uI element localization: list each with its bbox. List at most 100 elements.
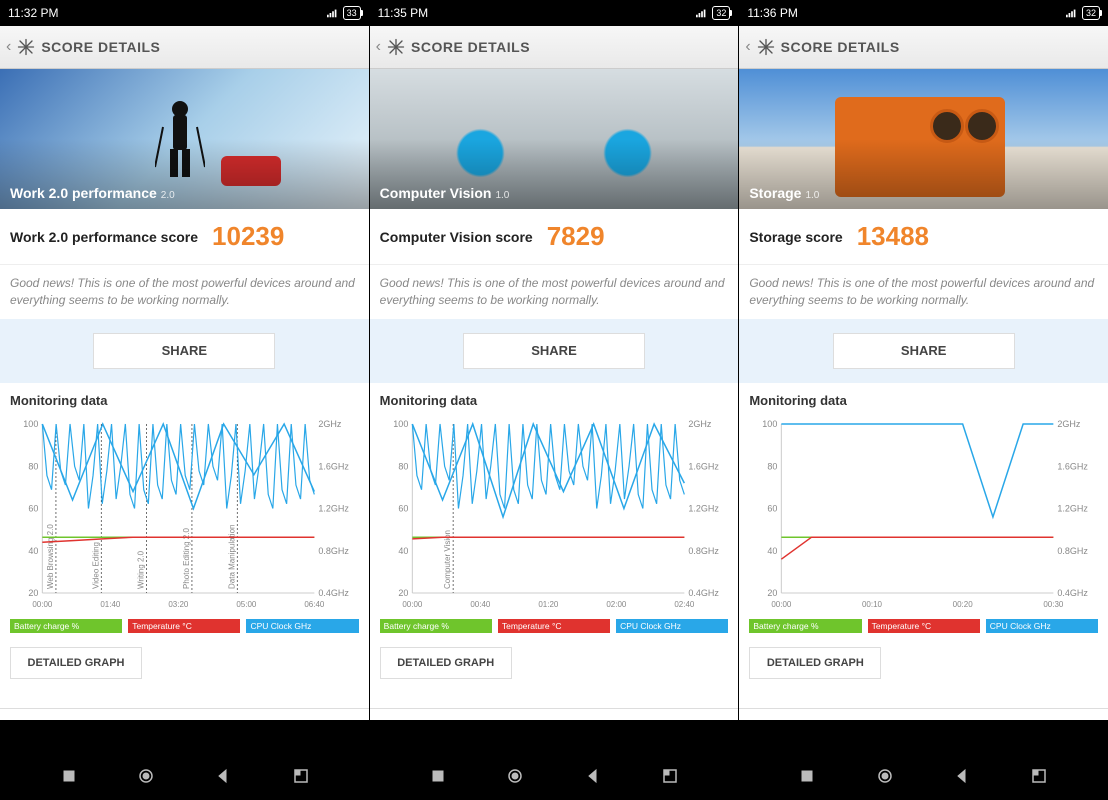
legend-temp: Temperature °C — [868, 619, 980, 633]
svg-text:80: 80 — [28, 461, 38, 471]
monitoring-chart: 100806040202GHz1.6GHz1.2GHz0.8GHz0.4GHzW… — [10, 418, 359, 613]
svg-text:Computer Vision: Computer Vision — [443, 530, 452, 589]
score-box: Storage score 13488 — [739, 209, 1108, 264]
legend-temp: Temperature °C — [498, 619, 610, 633]
svg-text:Writing 2.0: Writing 2.0 — [137, 550, 146, 589]
svg-text:0.4GHz: 0.4GHz — [318, 588, 349, 598]
svg-text:00:30: 00:30 — [1044, 600, 1065, 609]
share-button[interactable]: SHARE — [833, 333, 1015, 369]
legend-cpu: CPU Clock GHz — [986, 619, 1098, 633]
svg-text:1.2GHz: 1.2GHz — [318, 503, 349, 513]
svg-text:03:20: 03:20 — [168, 600, 189, 609]
svg-text:0.4GHz: 0.4GHz — [688, 588, 719, 598]
split-screen-button[interactable] — [662, 768, 678, 784]
home-button[interactable] — [877, 768, 893, 784]
app-header: ‹ SCORE DETAILS — [0, 26, 369, 69]
home-button[interactable] — [507, 768, 523, 784]
legend-cpu: CPU Clock GHz — [616, 619, 728, 633]
back-chevron-icon[interactable]: ‹ — [376, 38, 381, 56]
hero-label: Storage1.0 — [749, 185, 819, 201]
svg-text:20: 20 — [28, 588, 38, 598]
hero-label: Computer Vision1.0 — [380, 185, 510, 201]
share-button[interactable]: SHARE — [463, 333, 645, 369]
app-header: ‹ SCORE DETAILS — [370, 26, 739, 69]
monitoring-card: Monitoring data 100806040202GHz1.6GHz1.2… — [0, 383, 369, 720]
legend-battery: Battery charge % — [10, 619, 122, 633]
score-value: 13488 — [857, 221, 929, 252]
score-description: Good news! This is one of the most power… — [0, 264, 369, 319]
chart-legend: Battery charge % Temperature °C CPU Cloc… — [10, 619, 359, 633]
svg-text:00:10: 00:10 — [862, 600, 883, 609]
snowflake-icon — [387, 38, 405, 56]
svg-text:0.8GHz: 0.8GHz — [318, 545, 349, 555]
detailed-graph-button[interactable]: DETAILED GRAPH — [749, 647, 881, 679]
svg-text:00:00: 00:00 — [772, 600, 793, 609]
header-title: SCORE DETAILS — [41, 39, 160, 55]
score-label: Work 2.0 performance score — [10, 229, 198, 245]
svg-text:40: 40 — [768, 545, 778, 555]
app-header: ‹ SCORE DETAILS — [739, 26, 1108, 69]
hero-banner: Computer Vision1.0 — [370, 69, 739, 209]
svg-text:100: 100 — [763, 419, 778, 429]
monitoring-title: Monitoring data — [749, 393, 1098, 408]
svg-text:Web Browsing 2.0: Web Browsing 2.0 — [46, 523, 55, 588]
recent-apps-button[interactable] — [430, 768, 446, 784]
share-button[interactable]: SHARE — [93, 333, 275, 369]
score-description: Good news! This is one of the most power… — [739, 264, 1108, 319]
svg-text:06:40: 06:40 — [304, 600, 325, 609]
svg-text:40: 40 — [28, 545, 38, 555]
signal-icon — [696, 8, 708, 18]
snowflake-icon — [757, 38, 775, 56]
system-nav-bar — [0, 752, 1108, 800]
split-screen-button[interactable] — [1031, 768, 1047, 784]
svg-text:2GHz: 2GHz — [688, 419, 712, 429]
legend-battery: Battery charge % — [380, 619, 492, 633]
svg-text:00:00: 00:00 — [32, 600, 53, 609]
svg-text:1.2GHz: 1.2GHz — [688, 503, 719, 513]
status-bar: 11:36 PM 32 — [739, 0, 1108, 26]
recent-apps-button[interactable] — [799, 768, 815, 784]
detailed-graph-button[interactable]: DETAILED GRAPH — [10, 647, 142, 679]
back-button[interactable] — [215, 768, 231, 784]
battery-indicator: 32 — [712, 6, 730, 20]
svg-text:01:20: 01:20 — [538, 600, 559, 609]
status-bar: 11:35 PM 32 — [370, 0, 739, 26]
snowflake-icon — [17, 38, 35, 56]
score-value: 7829 — [547, 221, 605, 252]
recent-apps-button[interactable] — [61, 768, 77, 784]
svg-text:01:40: 01:40 — [100, 600, 121, 609]
home-button[interactable] — [138, 768, 154, 784]
back-chevron-icon[interactable]: ‹ — [745, 38, 750, 56]
svg-text:60: 60 — [28, 503, 38, 513]
monitoring-chart: 100806040202GHz1.6GHz1.2GHz0.8GHz0.4GHz0… — [749, 418, 1098, 613]
back-chevron-icon[interactable]: ‹ — [6, 38, 11, 56]
svg-text:20: 20 — [398, 588, 408, 598]
back-button[interactable] — [954, 768, 970, 784]
signal-icon — [1066, 8, 1078, 18]
detailed-graph-button[interactable]: DETAILED GRAPH — [380, 647, 512, 679]
legend-battery: Battery charge % — [749, 619, 861, 633]
back-button[interactable] — [585, 768, 601, 784]
svg-text:Data Manipulation: Data Manipulation — [227, 524, 236, 588]
clock: 11:36 PM — [747, 6, 797, 20]
svg-text:60: 60 — [398, 503, 408, 513]
svg-text:2GHz: 2GHz — [318, 419, 342, 429]
header-title: SCORE DETAILS — [411, 39, 530, 55]
svg-text:Video Editing: Video Editing — [91, 542, 100, 589]
split-screen-button[interactable] — [293, 768, 309, 784]
svg-text:1.6GHz: 1.6GHz — [1058, 461, 1089, 471]
monitoring-chart: 100806040202GHz1.6GHz1.2GHz0.8GHz0.4GHzC… — [380, 418, 729, 613]
svg-text:02:40: 02:40 — [674, 600, 695, 609]
score-box: Work 2.0 performance score 10239 — [0, 209, 369, 264]
svg-text:60: 60 — [768, 503, 778, 513]
monitoring-title: Monitoring data — [10, 393, 359, 408]
svg-text:0.8GHz: 0.8GHz — [1058, 545, 1089, 555]
chart-legend: Battery charge % Temperature °C CPU Cloc… — [749, 619, 1098, 633]
hero-banner: Storage1.0 — [739, 69, 1108, 209]
svg-text:100: 100 — [393, 419, 408, 429]
score-label: Storage score — [749, 229, 842, 245]
legend-temp: Temperature °C — [128, 619, 240, 633]
score-value: 10239 — [212, 221, 284, 252]
svg-text:00:40: 00:40 — [470, 600, 491, 609]
svg-text:100: 100 — [23, 419, 38, 429]
